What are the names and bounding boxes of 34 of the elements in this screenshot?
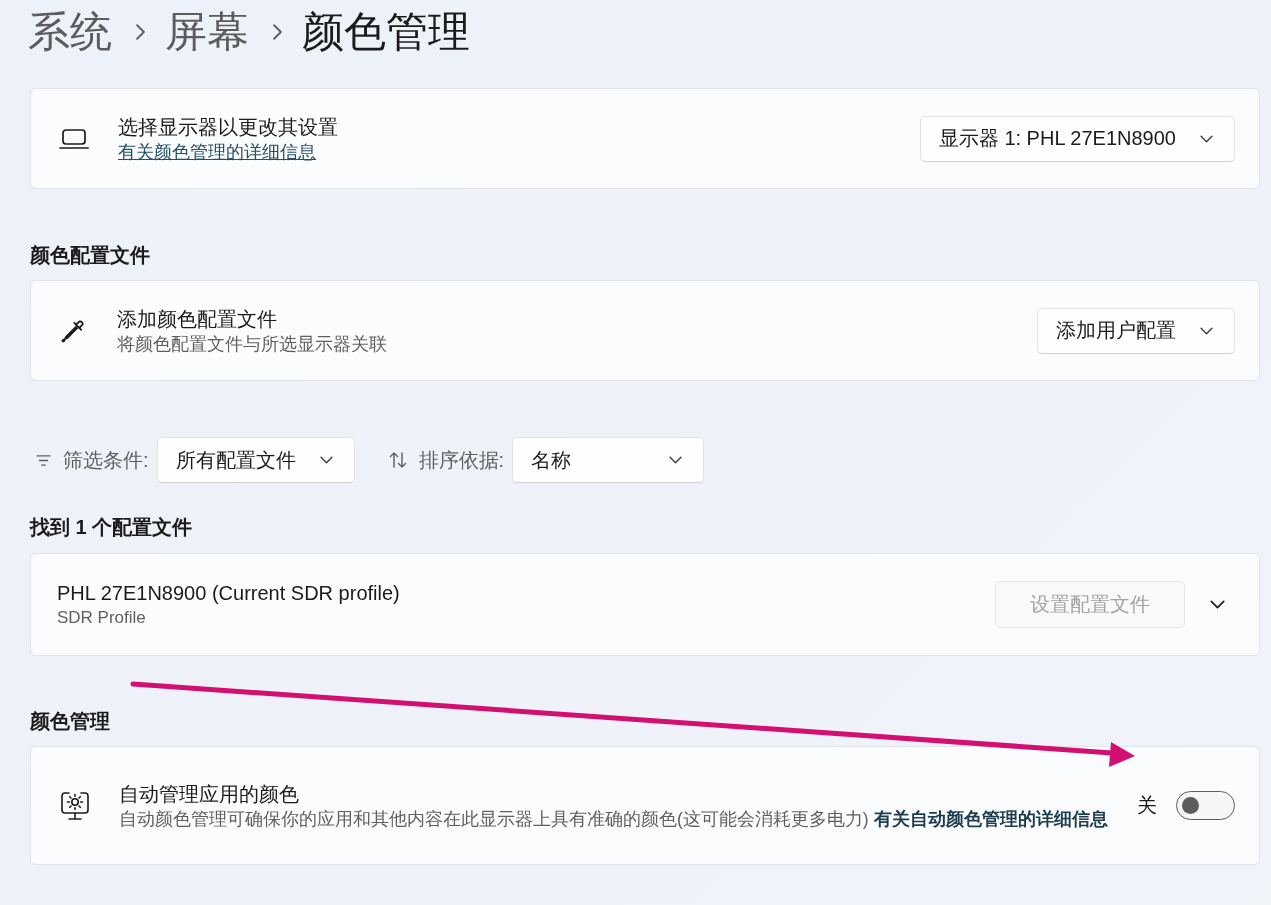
breadcrumb-link[interactable]: 屏幕 (165, 6, 249, 58)
profile-name: PHL 27E1N8900 (Current SDR profile) (57, 580, 401, 606)
chevron-down-icon (1209, 600, 1225, 609)
filter-dropdown[interactable]: 所有配置文件 (156, 437, 355, 483)
chevron-down-icon (319, 456, 333, 464)
sort-icon (388, 452, 407, 468)
filter-label: 筛选条件: (63, 447, 149, 473)
add-profile-dropdown[interactable]: 添加用户配置 (1037, 307, 1235, 354)
page-title: 颜色管理 (302, 7, 470, 57)
toggle-state-label: 关 (1137, 793, 1157, 818)
toggle-switch[interactable] (1176, 791, 1235, 820)
display-dropdown[interactable]: 显示器 1: PHL 27E1N8900 (919, 115, 1235, 162)
chevron-right-icon (136, 24, 145, 40)
breadcrumb-link[interactable]: 系统 (28, 6, 112, 58)
section-heading: 颜色配置文件 (30, 243, 151, 268)
laptop-icon (59, 128, 89, 149)
filter-dropdown[interactable]: 名称 (512, 437, 705, 483)
setting-title: 添加颜色配置文件 (117, 306, 278, 332)
chevron-right-icon (273, 24, 282, 40)
chevron-down-icon (1200, 134, 1213, 143)
setting-title: 自动管理应用的颜色 (119, 781, 300, 807)
results-heading: 找到 1 个配置文件 (30, 515, 194, 540)
monitor-brightness-icon (59, 789, 91, 822)
details-link[interactable]: 有关颜色管理的详细信息 (118, 139, 316, 164)
filter-label: 排序依据: (418, 447, 505, 473)
setting-description: 自动颜色管理可确保你的应用和其他内容在此显示器上具有准确的颜色(这可能会消耗更多电力) 有关自动颜色管理的详细信息 (119, 807, 1109, 831)
section-heading: 颜色管理 (30, 709, 111, 734)
filter-icon (36, 454, 51, 466)
profile-type: SDR Profile (57, 606, 147, 629)
setting-title: 选择显示器以更改其设置 (118, 114, 339, 140)
chevron-down-icon (1200, 326, 1213, 335)
setting-description: 将颜色配置文件与所选显示器关联 (117, 332, 388, 356)
chevron-down-icon (669, 456, 683, 464)
details-link[interactable]: 有关自动颜色管理的详细信息 (873, 808, 1108, 829)
